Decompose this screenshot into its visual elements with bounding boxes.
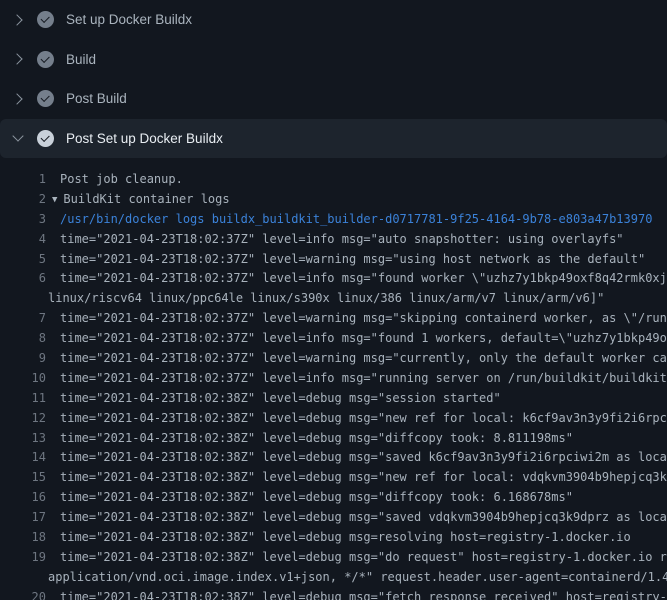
log-line-number[interactable]: 9 xyxy=(0,349,46,369)
log-line-text: linux/riscv64 linux/ppc64le linux/s390x … xyxy=(48,289,604,309)
log-line-number[interactable]: 1 xyxy=(0,170,46,190)
step-row-set-up-docker-buildx[interactable]: Set up Docker Buildx xyxy=(0,0,667,40)
log-line: 14 time="2021-04-23T18:02:38Z" level=deb… xyxy=(0,448,667,468)
log-group-label: BuildKit container logs xyxy=(63,192,229,206)
log-group-header[interactable]: ▼ BuildKit container logs xyxy=(52,190,230,210)
step-row-post-set-up-docker-buildx[interactable]: Post Set up Docker Buildx xyxy=(0,119,667,159)
log-line-text: time="2021-04-23T18:02:38Z" level=debug … xyxy=(60,528,631,548)
steps-list: Set up Docker Buildx Build Post Build Po… xyxy=(0,0,667,158)
log-line-text: time="2021-04-23T18:02:37Z" level=info m… xyxy=(60,329,667,349)
log-line-text: time="2021-04-23T18:02:37Z" level=warnin… xyxy=(60,250,645,270)
log-line-text: time="2021-04-23T18:02:38Z" level=debug … xyxy=(60,548,667,568)
log-line-text: time="2021-04-23T18:02:37Z" level=info m… xyxy=(60,369,667,389)
step-row-build[interactable]: Build xyxy=(0,40,667,80)
log-line: 1 Post job cleanup. xyxy=(0,170,667,190)
log-line-number[interactable]: 5 xyxy=(0,250,46,270)
log-line: 8 time="2021-04-23T18:02:37Z" level=info… xyxy=(0,329,667,349)
log-command-text: /usr/bin/docker logs buildx_buildkit_bui… xyxy=(60,210,652,230)
chevron-down-icon xyxy=(10,130,26,146)
log-line-number[interactable]: 6 xyxy=(0,269,46,289)
log-line: 20 time="2021-04-23T18:02:38Z" level=deb… xyxy=(0,588,667,600)
log-line: 6 time="2021-04-23T18:02:37Z" level=info… xyxy=(0,269,667,289)
log-line: 3 /usr/bin/docker logs buildx_buildkit_b… xyxy=(0,210,667,230)
step-title: Post Build xyxy=(66,91,127,106)
step-title: Post Set up Docker Buildx xyxy=(66,131,223,146)
log-line-text: time="2021-04-23T18:02:38Z" level=debug … xyxy=(60,588,667,600)
log-line-number xyxy=(0,568,46,588)
log-line: 9 time="2021-04-23T18:02:37Z" level=warn… xyxy=(0,349,667,369)
chevron-right-icon xyxy=(10,12,26,28)
log-line-text: time="2021-04-23T18:02:37Z" level=info m… xyxy=(60,269,667,289)
log-line-text: time="2021-04-23T18:02:38Z" level=debug … xyxy=(60,468,667,488)
log-line-text: time="2021-04-23T18:02:38Z" level=debug … xyxy=(60,409,667,429)
log-line-text: time="2021-04-23T18:02:38Z" level=debug … xyxy=(60,488,573,508)
log-line: 16 time="2021-04-23T18:02:38Z" level=deb… xyxy=(0,488,667,508)
log-line-text: time="2021-04-23T18:02:38Z" level=debug … xyxy=(60,429,573,449)
log-line: 5 time="2021-04-23T18:02:37Z" level=warn… xyxy=(0,250,667,270)
log-line-continuation: linux/riscv64 linux/ppc64le linux/s390x … xyxy=(0,289,667,309)
step-row-post-build[interactable]: Post Build xyxy=(0,79,667,119)
log-viewer: 1 Post job cleanup. 2 ▼ BuildKit containe… xyxy=(0,158,667,600)
log-line: 13 time="2021-04-23T18:02:38Z" level=deb… xyxy=(0,429,667,449)
log-line: 10 time="2021-04-23T18:02:37Z" level=inf… xyxy=(0,369,667,389)
log-line-number[interactable]: 2 xyxy=(0,190,46,210)
log-line-text: application/vnd.oci.image.index.v1+json,… xyxy=(48,568,667,588)
log-line-number[interactable]: 13 xyxy=(0,429,46,449)
log-line-number[interactable]: 12 xyxy=(0,409,46,429)
log-line-text: time="2021-04-23T18:02:37Z" level=warnin… xyxy=(60,309,667,329)
log-line: 4 time="2021-04-23T18:02:37Z" level=info… xyxy=(0,230,667,250)
log-line: 17 time="2021-04-23T18:02:38Z" level=deb… xyxy=(0,508,667,528)
log-line: 11 time="2021-04-23T18:02:38Z" level=deb… xyxy=(0,389,667,409)
step-title: Set up Docker Buildx xyxy=(66,12,192,27)
success-check-icon xyxy=(37,51,54,68)
log-line: 12 time="2021-04-23T18:02:38Z" level=deb… xyxy=(0,409,667,429)
log-line-text: time="2021-04-23T18:02:37Z" level=info m… xyxy=(60,230,624,250)
group-expand-triangle-icon[interactable]: ▼ xyxy=(52,191,57,211)
log-line-number[interactable]: 8 xyxy=(0,329,46,349)
log-line-number[interactable]: 7 xyxy=(0,309,46,329)
log-line: 19 time="2021-04-23T18:02:38Z" level=deb… xyxy=(0,548,667,568)
log-line-number[interactable]: 3 xyxy=(0,210,46,230)
success-check-icon xyxy=(37,130,54,147)
log-line-number xyxy=(0,289,46,309)
log-line: 18 time="2021-04-23T18:02:38Z" level=deb… xyxy=(0,528,667,548)
log-line-number[interactable]: 4 xyxy=(0,230,46,250)
log-line-number[interactable]: 11 xyxy=(0,389,46,409)
log-line-number[interactable]: 19 xyxy=(0,548,46,568)
log-line-text: time="2021-04-23T18:02:37Z" level=warnin… xyxy=(60,349,667,369)
log-line-continuation: application/vnd.oci.image.index.v1+json,… xyxy=(0,568,667,588)
log-line-number[interactable]: 15 xyxy=(0,468,46,488)
log-line-text: time="2021-04-23T18:02:38Z" level=debug … xyxy=(60,389,501,409)
log-line: 15 time="2021-04-23T18:02:38Z" level=deb… xyxy=(0,468,667,488)
success-check-icon xyxy=(37,90,54,107)
log-line-text: time="2021-04-23T18:02:38Z" level=debug … xyxy=(60,508,667,528)
log-line-number[interactable]: 10 xyxy=(0,369,46,389)
chevron-right-icon xyxy=(10,91,26,107)
log-line-number[interactable]: 20 xyxy=(0,588,46,600)
log-line-number[interactable]: 18 xyxy=(0,528,46,548)
chevron-right-icon xyxy=(10,51,26,67)
log-line: 7 time="2021-04-23T18:02:37Z" level=warn… xyxy=(0,309,667,329)
success-check-icon xyxy=(37,11,54,28)
log-line-text: Post job cleanup. xyxy=(60,170,183,190)
step-title: Build xyxy=(66,52,96,67)
log-line-number[interactable]: 14 xyxy=(0,448,46,468)
log-line: 2 ▼ BuildKit container logs xyxy=(0,190,667,210)
log-line-text: time="2021-04-23T18:02:38Z" level=debug … xyxy=(60,448,667,468)
log-line-number[interactable]: 17 xyxy=(0,508,46,528)
log-line-number[interactable]: 16 xyxy=(0,488,46,508)
